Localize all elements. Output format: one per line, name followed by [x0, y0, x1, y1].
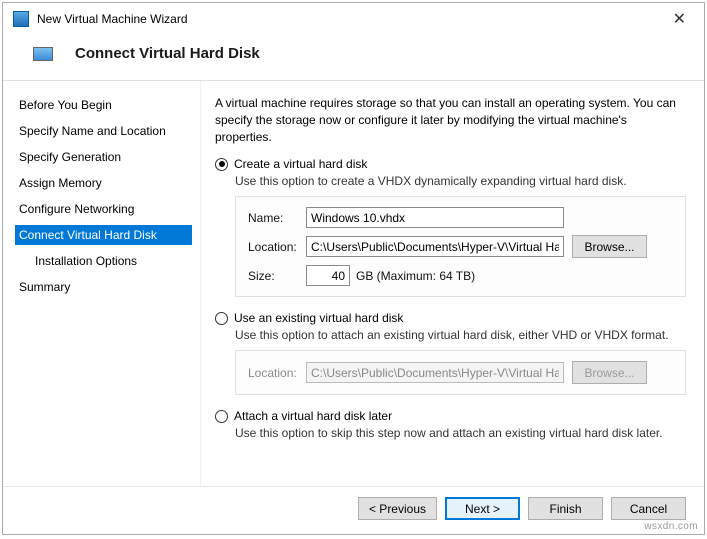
step-specify-generation[interactable]: Specify Generation	[15, 147, 192, 167]
wizard-steps-sidebar: Before You Begin Specify Name and Locati…	[3, 81, 201, 486]
size-field[interactable]	[306, 265, 350, 286]
monitor-icon	[33, 47, 53, 61]
page-header: Connect Virtual Hard Disk	[3, 35, 704, 81]
step-installation-options[interactable]: Installation Options	[15, 251, 192, 271]
finish-button[interactable]: Finish	[528, 497, 603, 520]
create-form: Name: Location: Browse... Size: GB (Maxi…	[235, 196, 686, 297]
wizard-footer: < Previous Next > Finish Cancel	[3, 486, 704, 534]
name-label: Name:	[248, 211, 306, 225]
cancel-button[interactable]: Cancel	[611, 497, 686, 520]
app-icon	[13, 11, 29, 27]
step-assign-memory[interactable]: Assign Memory	[15, 173, 192, 193]
option-create-desc: Use this option to create a VHDX dynamic…	[235, 174, 686, 188]
radio-attach-later-label: Attach a virtual hard disk later	[234, 409, 392, 423]
step-configure-networking[interactable]: Configure Networking	[15, 199, 192, 219]
existing-location-field	[306, 362, 564, 383]
close-icon[interactable]: ✕	[665, 7, 694, 31]
option-create-group: Create a virtual hard disk Use this opti…	[215, 157, 686, 297]
window-title: New Virtual Machine Wizard	[37, 12, 188, 26]
location-field[interactable]	[306, 236, 564, 257]
page-description: A virtual machine requires storage so th…	[215, 95, 686, 145]
next-button[interactable]: Next >	[445, 497, 520, 520]
existing-location-label: Location:	[248, 366, 306, 380]
step-before-you-begin[interactable]: Before You Begin	[15, 95, 192, 115]
existing-browse-button: Browse...	[572, 361, 647, 384]
watermark: wsxdn.com	[644, 521, 698, 532]
previous-button[interactable]: < Previous	[358, 497, 437, 520]
radio-create-vhd-label: Create a virtual hard disk	[234, 157, 367, 171]
titlebar: New Virtual Machine Wizard ✕	[3, 3, 704, 35]
wizard-dialog: New Virtual Machine Wizard ✕ Connect Vir…	[2, 2, 705, 535]
existing-form: Location: Browse...	[235, 350, 686, 395]
radio-create-vhd[interactable]	[215, 158, 228, 171]
size-unit-label: GB (Maximum: 64 TB)	[356, 269, 475, 283]
name-field[interactable]	[306, 207, 564, 228]
step-specify-name[interactable]: Specify Name and Location	[15, 121, 192, 141]
option-existing-desc: Use this option to attach an existing vi…	[235, 328, 686, 342]
location-label: Location:	[248, 240, 306, 254]
size-label: Size:	[248, 269, 306, 283]
radio-attach-later[interactable]	[215, 410, 228, 423]
browse-button[interactable]: Browse...	[572, 235, 647, 258]
option-existing-group: Use an existing virtual hard disk Use th…	[215, 311, 686, 395]
content-pane: A virtual machine requires storage so th…	[201, 81, 704, 486]
radio-existing-vhd[interactable]	[215, 312, 228, 325]
option-later-desc: Use this option to skip this step now an…	[235, 426, 686, 440]
page-title: Connect Virtual Hard Disk	[75, 45, 260, 62]
radio-existing-vhd-label: Use an existing virtual hard disk	[234, 311, 403, 325]
option-later-group: Attach a virtual hard disk later Use thi…	[215, 409, 686, 440]
step-connect-vhd[interactable]: Connect Virtual Hard Disk	[15, 225, 192, 245]
step-summary[interactable]: Summary	[15, 277, 192, 297]
